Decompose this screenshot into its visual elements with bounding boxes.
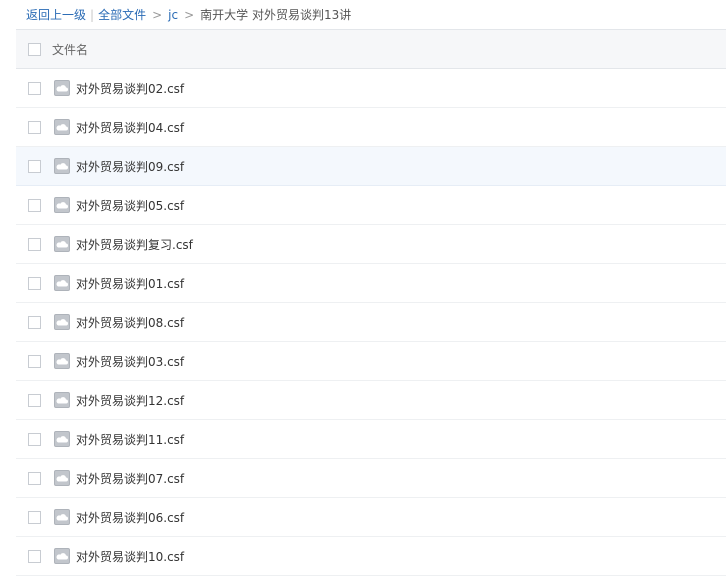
file-name[interactable]: 对外贸易谈判04.csf <box>76 119 184 136</box>
file-row[interactable]: 对外贸易谈判10.csf <box>16 537 726 576</box>
row-checkbox[interactable] <box>28 315 41 329</box>
cloud-file-icon <box>54 80 70 96</box>
file-row[interactable]: 对外贸易谈判复习.csf <box>16 225 726 264</box>
file-name[interactable]: 对外贸易谈判08.csf <box>76 314 184 331</box>
file-row[interactable]: 对外贸易谈判12.csf <box>16 381 726 420</box>
row-checkbox[interactable] <box>28 510 41 524</box>
cloud-file-icon <box>54 158 70 174</box>
file-row[interactable]: 对外贸易谈判11.csf <box>16 420 726 459</box>
file-name[interactable]: 对外贸易谈判01.csf <box>76 275 184 292</box>
cloud-file-icon <box>54 275 70 291</box>
file-name[interactable]: 对外贸易谈判09.csf <box>76 158 184 175</box>
row-checkbox[interactable] <box>28 432 41 446</box>
file-row[interactable]: 对外贸易谈判07.csf <box>16 459 726 498</box>
cloud-file-icon <box>54 548 70 564</box>
column-header-filename[interactable]: 文件名 <box>52 41 88 58</box>
back-link[interactable]: 返回上一级 <box>26 8 86 22</box>
file-name[interactable]: 对外贸易谈判07.csf <box>76 470 184 487</box>
row-checkbox[interactable] <box>28 549 41 563</box>
file-row[interactable]: 对外贸易谈判09.csf <box>16 147 726 186</box>
current-folder: 南开大学 对外贸易谈判13讲 <box>200 8 352 22</box>
row-checkbox[interactable] <box>28 81 41 95</box>
file-name[interactable]: 对外贸易谈判02.csf <box>76 80 184 97</box>
select-all-checkbox[interactable] <box>28 42 41 56</box>
file-row[interactable]: 对外贸易谈判02.csf <box>16 69 726 108</box>
file-row[interactable]: 对外贸易谈判06.csf <box>16 498 726 537</box>
folder-link-jc[interactable]: jc <box>168 8 178 22</box>
file-list-header: 文件名 <box>16 29 726 69</box>
row-checkbox[interactable] <box>28 393 41 407</box>
file-name[interactable]: 对外贸易谈判12.csf <box>76 392 184 409</box>
cloud-file-icon <box>54 509 70 525</box>
file-name[interactable]: 对外贸易谈判06.csf <box>76 509 184 526</box>
cloud-file-icon <box>54 431 70 447</box>
row-checkbox[interactable] <box>28 237 41 251</box>
file-name[interactable]: 对外贸易谈判05.csf <box>76 197 184 214</box>
all-files-link[interactable]: 全部文件 <box>98 8 146 22</box>
file-list: 文件名 对外贸易谈判02.csf 对外贸易谈判04.csf 对外贸易谈判09.c… <box>16 29 726 576</box>
file-row[interactable]: 对外贸易谈判03.csf <box>16 342 726 381</box>
breadcrumb-divider: | <box>90 8 95 22</box>
row-checkbox[interactable] <box>28 276 41 290</box>
breadcrumb-separator: > <box>152 8 163 22</box>
cloud-file-icon <box>54 353 70 369</box>
file-row[interactable]: 对外贸易谈判04.csf <box>16 108 726 147</box>
cloud-file-icon <box>54 392 70 408</box>
breadcrumb: 返回上一级 | 全部文件 > jc > 南开大学 对外贸易谈判13讲 <box>26 6 351 24</box>
file-row[interactable]: 对外贸易谈判05.csf <box>16 186 726 225</box>
file-row[interactable]: 对外贸易谈判01.csf <box>16 264 726 303</box>
file-name[interactable]: 对外贸易谈判复习.csf <box>76 236 193 253</box>
row-checkbox[interactable] <box>28 471 41 485</box>
file-row[interactable]: 对外贸易谈判08.csf <box>16 303 726 342</box>
row-checkbox[interactable] <box>28 198 41 212</box>
cloud-file-icon <box>54 197 70 213</box>
breadcrumb-separator: > <box>184 8 195 22</box>
file-rows: 对外贸易谈判02.csf 对外贸易谈判04.csf 对外贸易谈判09.csf 对… <box>16 69 726 576</box>
file-name[interactable]: 对外贸易谈判11.csf <box>76 431 184 448</box>
cloud-file-icon <box>54 236 70 252</box>
file-name[interactable]: 对外贸易谈判10.csf <box>76 548 184 565</box>
row-checkbox[interactable] <box>28 120 41 134</box>
cloud-file-icon <box>54 119 70 135</box>
row-checkbox[interactable] <box>28 354 41 368</box>
row-checkbox[interactable] <box>28 159 41 173</box>
cloud-file-icon <box>54 314 70 330</box>
cloud-file-icon <box>54 470 70 486</box>
file-name[interactable]: 对外贸易谈判03.csf <box>76 353 184 370</box>
